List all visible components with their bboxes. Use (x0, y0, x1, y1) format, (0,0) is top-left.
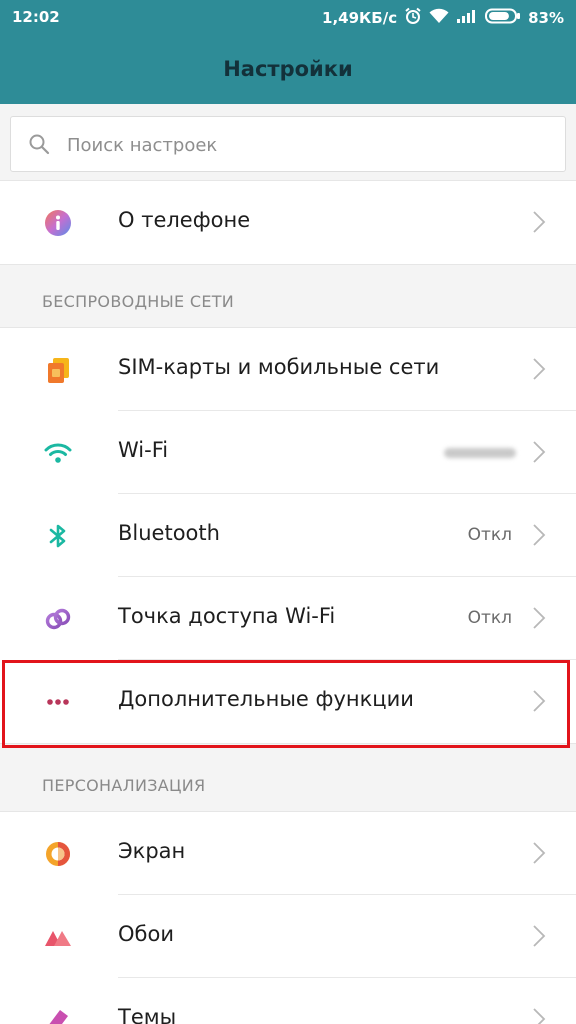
signal-icon (456, 8, 478, 28)
settings-item-label: Bluetooth (118, 521, 220, 545)
settings-item-bluetooth[interactable]: Bluetooth Откл (0, 494, 576, 577)
settings-item-label: Темы (118, 1005, 177, 1024)
themes-icon (49, 1010, 68, 1024)
search-box[interactable] (10, 116, 566, 172)
wifi-status-icon (429, 8, 449, 28)
chevron-right-icon (533, 607, 546, 629)
section-wireless: SIM-карты и мобильные сети Wi-Fi Bluetoo… (0, 327, 576, 744)
settings-item-sim[interactable]: SIM-карты и мобильные сети (0, 328, 576, 411)
wifi-network-name-blurred (444, 448, 516, 458)
search-area (0, 104, 576, 180)
battery-icon (485, 8, 521, 28)
settings-item-wifi[interactable]: Wi-Fi (0, 411, 576, 494)
chevron-right-icon (533, 842, 546, 864)
settings-item-themes[interactable]: Темы (0, 978, 576, 1024)
chevron-right-icon (533, 358, 546, 380)
settings-item-label: Точка доступа Wi-Fi (118, 604, 336, 628)
settings-item-label: Обои (118, 922, 174, 946)
section-header-wireless: БЕСПРОВОДНЫЕ СЕТИ (42, 292, 235, 311)
section-personalization: Экран Обои Темы (0, 811, 576, 1024)
chevron-right-icon (533, 1008, 546, 1024)
settings-item-display[interactable]: Экран (0, 812, 576, 895)
settings-item-value: Откл (467, 608, 512, 628)
network-speed: 1,49КБ/с (322, 9, 398, 27)
display-icon (46, 842, 70, 866)
settings-item-wallpaper[interactable]: Обои (0, 895, 576, 978)
title-bar: Настройки (0, 34, 576, 104)
page-title: Настройки (223, 57, 353, 81)
status-bar: 12:02 1,49КБ/с 83% (0, 0, 576, 34)
info-icon (45, 210, 71, 236)
search-input[interactable] (65, 128, 549, 162)
search-icon (29, 134, 50, 155)
status-indicators: 1,49КБ/с 83% (322, 7, 564, 29)
bluetooth-icon (49, 524, 66, 548)
settings-item-more-functions[interactable]: Дополнительные функции (0, 660, 576, 743)
settings-item-value: Откл (467, 525, 512, 545)
wallpaper-icon (45, 931, 71, 946)
chevron-right-icon (533, 925, 546, 947)
settings-item-label: SIM-карты и мобильные сети (118, 355, 440, 379)
settings-item-label: Дополнительные функции (118, 687, 414, 711)
settings-item-about-phone[interactable]: О телефоне (0, 181, 576, 264)
hotspot-icon (45, 608, 71, 630)
settings-item-hotspot[interactable]: Точка доступа Wi-Fi Откл (0, 577, 576, 660)
settings-item-label: Wi-Fi (118, 438, 169, 462)
chevron-right-icon (533, 524, 546, 546)
chevron-right-icon (533, 690, 546, 712)
chevron-right-icon (533, 211, 546, 233)
section-header-personalization: ПЕРСОНАЛИЗАЦИЯ (42, 776, 206, 795)
battery-percent: 83% (528, 9, 564, 27)
wifi-icon (44, 443, 72, 463)
settings-item-label: Экран (118, 839, 186, 863)
more-icon (47, 699, 69, 705)
settings-item-label: О телефоне (118, 208, 251, 232)
sim-icon (48, 358, 69, 383)
status-time: 12:02 (12, 8, 60, 26)
alarm-icon (404, 7, 422, 29)
section-about: О телефоне (0, 180, 576, 265)
settings-screen: 12:02 1,49КБ/с 83% Настройки Поиск настр… (0, 0, 576, 1024)
chevron-right-icon (533, 441, 546, 463)
